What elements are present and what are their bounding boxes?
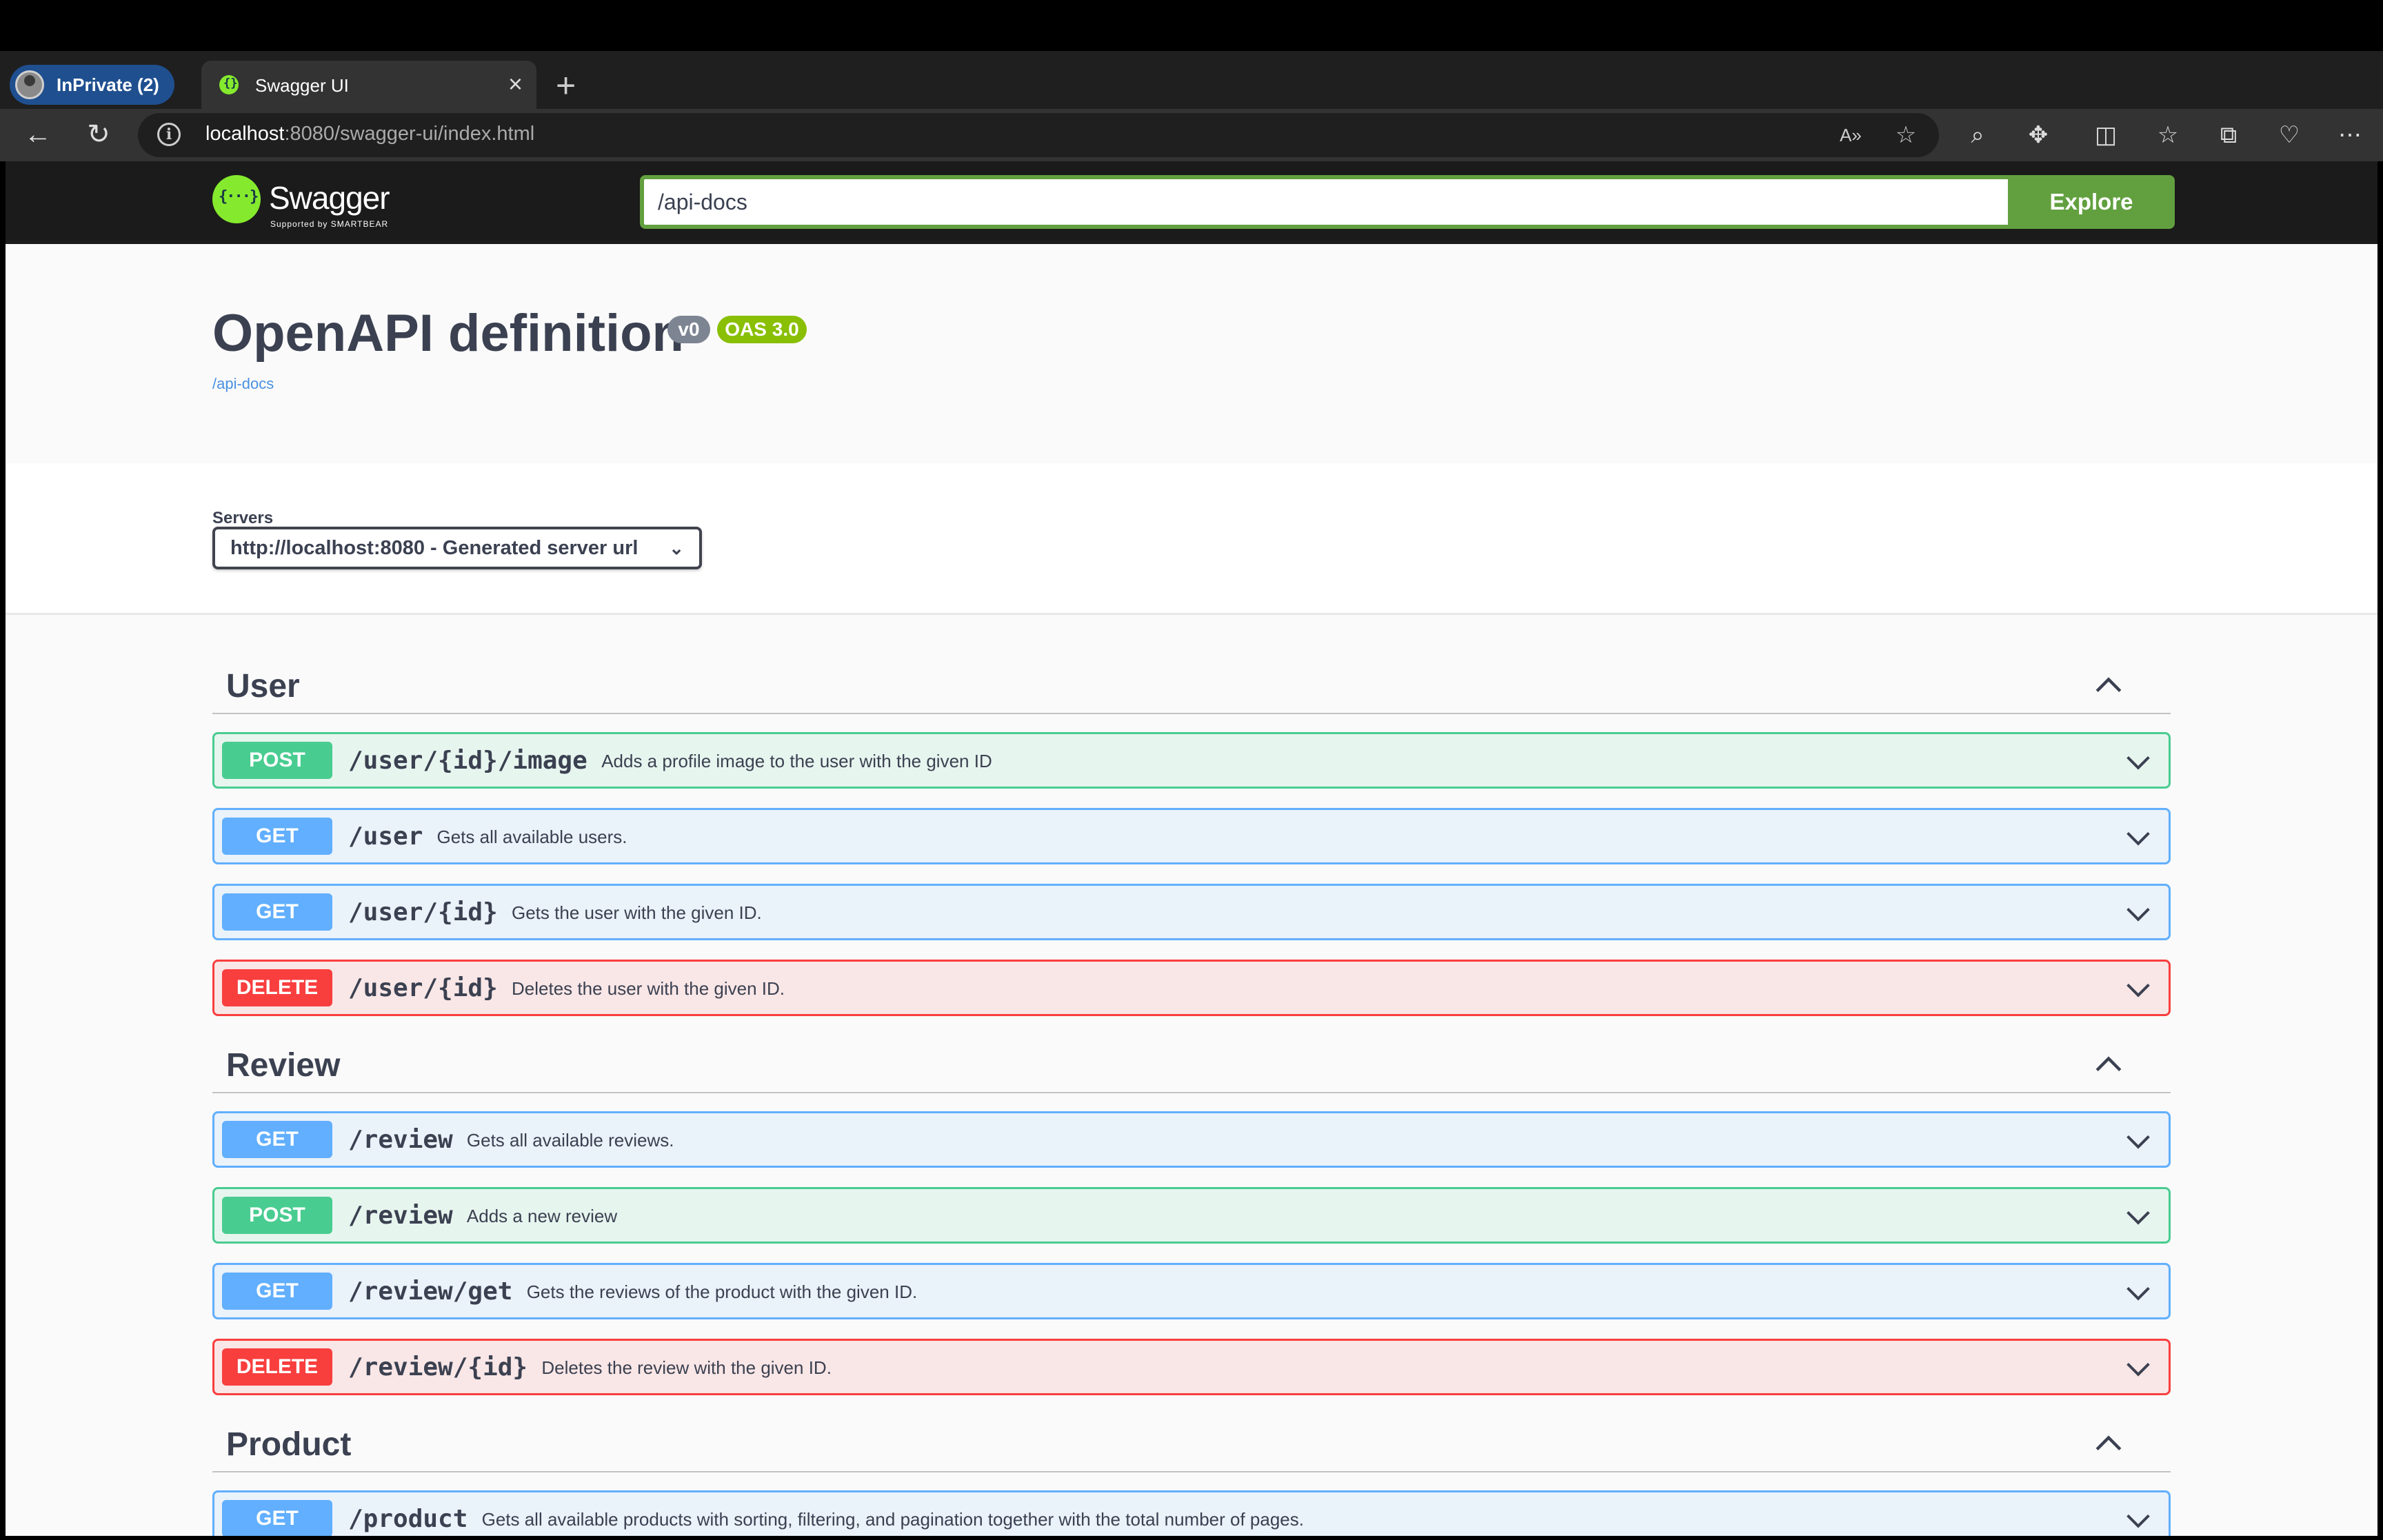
tag-name: Product (226, 1426, 352, 1463)
swagger-page: Swagger Supported by SMARTBEAR /api-docs… (6, 161, 2377, 1536)
search-extension-icon[interactable]: ⌕ (1961, 119, 1994, 152)
servers-section: Servers http://localhost:8080 - Generate… (6, 463, 2377, 615)
swagger-logo-sub: Supported by SMARTBEAR (270, 219, 389, 229)
browser-essentials-icon[interactable]: ♡ (2273, 119, 2306, 152)
back-icon[interactable]: ← (21, 117, 55, 152)
operation-path: /review/{id} (348, 1353, 528, 1381)
tab-title: Swagger UI (255, 75, 349, 96)
tag-section-product[interactable]: Product (212, 1415, 2171, 1472)
version-badge: v0 (667, 316, 710, 343)
method-badge: DELETE (222, 1348, 332, 1386)
operation-post[interactable]: POST/user/{id}/image Adds a profile image… (212, 732, 2171, 789)
method-badge: GET (222, 818, 332, 855)
method-badge: GET (222, 893, 332, 931)
method-badge: GET (222, 1121, 332, 1158)
operation-get[interactable]: GET/review Gets all available reviews. (212, 1111, 2171, 1168)
operation-get[interactable]: GET/user/{id} Gets the user with the give… (212, 884, 2171, 940)
operation-path: /user/{id} (348, 898, 498, 926)
refresh-icon[interactable]: ↻ (81, 117, 116, 152)
inprivate-profile-button[interactable]: InPrivate (2) (10, 65, 174, 105)
favorites-icon[interactable]: ☆ (2151, 119, 2184, 152)
chevron-down-icon[interactable] (2123, 1505, 2153, 1535)
chevron-down-icon[interactable] (2123, 747, 2153, 777)
url-text[interactable]: localhost:8080/swagger-ui/index.html (205, 123, 534, 145)
chevron-down-icon[interactable] (2123, 1202, 2153, 1232)
swagger-logo-word: Swagger (269, 180, 390, 216)
operation-summary: Deletes the user with the given ID. (512, 978, 785, 999)
favorite-star-icon[interactable]: ☆ (1891, 120, 1921, 150)
explore-button[interactable]: Explore (2008, 175, 2175, 229)
operation-path: /product (348, 1505, 468, 1533)
swagger-topbar: Swagger Supported by SMARTBEAR /api-docs… (6, 161, 2377, 244)
method-badge: DELETE (222, 969, 332, 1006)
site-info-icon[interactable]: i (157, 123, 181, 146)
method-badge: GET (222, 1500, 332, 1536)
chevron-up-icon[interactable] (2089, 666, 2128, 705)
page-title: OpenAPI definition (212, 304, 684, 363)
chevron-down-icon[interactable] (2123, 822, 2153, 853)
browser-toolbar: ← ↻ i localhost:8080/swagger-ui/index.ht… (0, 109, 2383, 161)
operation-path: /user/{id}/image (348, 747, 587, 775)
operation-get[interactable]: GET/review/get Gets the reviews of the pr… (212, 1263, 2171, 1319)
operation-path: /user/{id} (348, 974, 498, 1002)
servers-selected-value: http://localhost:8080 - Generated server… (230, 537, 639, 559)
tag-section-user[interactable]: User (212, 656, 2171, 714)
operation-delete[interactable]: DELETE/user/{id} Deletes the user with th… (212, 960, 2171, 1016)
operation-summary: Adds a new review (466, 1206, 618, 1226)
oas-badge: OAS 3.0 (717, 316, 807, 343)
operation-summary: Gets the reviews of the product with the… (526, 1281, 918, 1302)
chevron-up-icon[interactable] (2089, 1424, 2128, 1463)
operation-delete[interactable]: DELETE/review/{id} Deletes the review wit… (212, 1339, 2171, 1395)
operation-summary: Gets all available users. (436, 827, 627, 847)
operation-path: /review (348, 1126, 453, 1154)
address-bar[interactable]: i localhost:8080/swagger-ui/index.html A… (138, 113, 1939, 157)
profile-avatar-icon (15, 70, 44, 99)
chevron-up-icon[interactable] (2089, 1045, 2128, 1084)
chevron-down-icon: ⌄ (669, 538, 684, 558)
chevron-down-icon[interactable] (2123, 898, 2153, 929)
more-menu-icon[interactable]: ⋯ (2333, 119, 2366, 152)
operation-summary: Gets the user with the given ID. (512, 902, 762, 923)
url-path: :8080/swagger-ui/index.html (284, 123, 535, 145)
swagger-logo-icon (212, 175, 261, 223)
method-badge: POST (222, 742, 332, 779)
swagger-logo[interactable]: Swagger Supported by SMARTBEAR (212, 175, 412, 230)
operation-path: /user (348, 822, 423, 851)
split-screen-icon[interactable]: ◫ (2089, 119, 2122, 152)
tag-name: User (226, 668, 300, 705)
tag-name: Review (226, 1047, 341, 1084)
chevron-down-icon[interactable] (2123, 1126, 2153, 1156)
read-aloud-icon[interactable]: A» (1836, 120, 1866, 150)
operation-get[interactable]: GET/user Gets all available users. (212, 808, 2171, 864)
tab-strip: InPrivate (2) Swagger UI × + (0, 51, 2383, 109)
operation-get[interactable]: GET/product Gets all available products w… (212, 1490, 2171, 1536)
tag-section-review[interactable]: Review (212, 1035, 2171, 1093)
tab-swagger-ui[interactable]: Swagger UI × (201, 61, 536, 109)
collections-icon[interactable]: ⧉ (2212, 119, 2245, 152)
method-badge: POST (222, 1197, 332, 1234)
window-titlebar (0, 0, 2383, 51)
close-tab-icon[interactable]: × (508, 70, 523, 98)
servers-select[interactable]: http://localhost:8080 - Generated server… (212, 527, 702, 569)
new-tab-icon[interactable]: + (556, 66, 576, 105)
operation-summary: Gets all available reviews. (466, 1130, 674, 1151)
info-section: OpenAPI definition /api-docs (6, 244, 2377, 463)
servers-label: Servers (212, 509, 274, 527)
spec-url-input[interactable]: /api-docs (640, 175, 2012, 229)
spec-link[interactable]: /api-docs (212, 375, 274, 393)
operation-summary: Gets all available products with sorting… (481, 1509, 1304, 1530)
operation-summary: Adds a profile image to the user with th… (601, 751, 992, 771)
chevron-down-icon[interactable] (2123, 1353, 2153, 1384)
operation-path: /review/get (348, 1277, 513, 1306)
chevron-down-icon[interactable] (2123, 1277, 2153, 1308)
url-host: localhost (205, 123, 285, 145)
extensions-icon[interactable]: ✥ (2022, 119, 2055, 152)
chevron-down-icon[interactable] (2123, 974, 2153, 1004)
operation-summary: Deletes the review with the given ID. (541, 1357, 832, 1378)
profile-label: InPrivate (2) (57, 74, 159, 95)
swagger-favicon-icon (219, 75, 239, 94)
operation-path: /review (348, 1202, 453, 1230)
operation-post[interactable]: POST/review Adds a new review (212, 1187, 2171, 1244)
method-badge: GET (222, 1273, 332, 1310)
